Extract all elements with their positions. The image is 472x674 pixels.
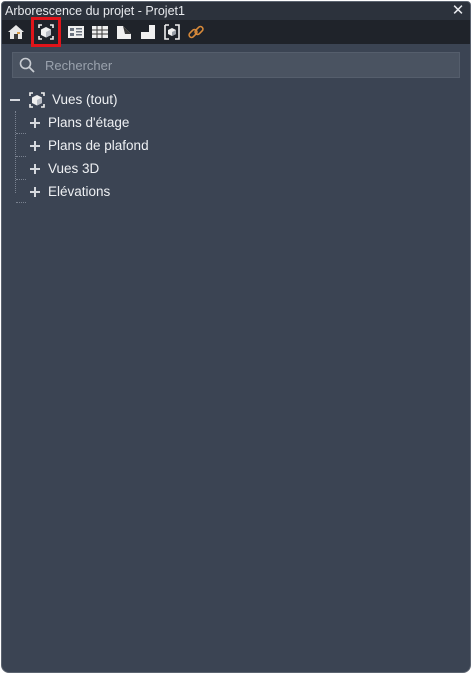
expand-icon[interactable] — [30, 140, 40, 151]
views-button[interactable] — [31, 17, 61, 47]
links-button[interactable] — [186, 22, 206, 42]
close-button[interactable]: ✕ — [450, 2, 466, 20]
links-icon — [188, 25, 204, 39]
families-button[interactable] — [114, 22, 134, 42]
3d-view-button[interactable] — [162, 22, 182, 42]
families-icon — [117, 26, 131, 39]
search-row — [2, 44, 470, 84]
tree-item-vues-tout[interactable]: Vues (tout) — [2, 88, 470, 111]
title-bar[interactable]: Arborescence du projet - Projet1 ✕ — [2, 2, 470, 20]
sheets-icon — [68, 26, 84, 38]
schedules-icon — [92, 26, 108, 38]
tree-item-label: Plans de plafond — [48, 138, 149, 153]
views-icon — [29, 91, 45, 108]
tree-item-label: Vues (tout) — [52, 92, 118, 107]
home-button[interactable] — [6, 22, 26, 42]
collapse-icon[interactable] — [10, 95, 20, 105]
project-tree: Vues (tout) Plans d'étage Plans de plafo… — [2, 84, 470, 203]
sheets-button[interactable] — [66, 22, 86, 42]
tree-item-elevations[interactable]: Elévations — [2, 180, 470, 203]
tree-item-vues-3d[interactable]: Vues 3D — [2, 157, 470, 180]
toolbar — [2, 17, 470, 47]
search-box[interactable] — [12, 52, 460, 78]
tree-item-plans-plafond[interactable]: Plans de plafond — [2, 134, 470, 157]
project-browser-window: Arborescence du projet - Projet1 ✕ Reche… — [1, 1, 471, 673]
tree-item-plans-etage[interactable]: Plans d'étage — [2, 111, 470, 134]
expand-icon[interactable] — [30, 163, 40, 174]
groups-button[interactable] — [138, 22, 158, 42]
tree-item-label: Vues 3D — [48, 161, 100, 176]
tree-item-label: Elévations — [48, 184, 111, 199]
groups-icon — [141, 25, 155, 39]
home-icon — [8, 25, 24, 39]
tree-item-label: Plans d'étage — [48, 115, 130, 130]
window-title: Arborescence du projet - Projet1 — [5, 4, 185, 18]
3d-view-icon — [164, 24, 180, 40]
views-icon — [38, 24, 54, 40]
expand-icon[interactable] — [30, 186, 40, 197]
schedules-button[interactable] — [90, 22, 110, 42]
expand-icon[interactable] — [30, 117, 40, 128]
search-icon — [19, 57, 35, 73]
search-input[interactable] — [43, 56, 427, 74]
